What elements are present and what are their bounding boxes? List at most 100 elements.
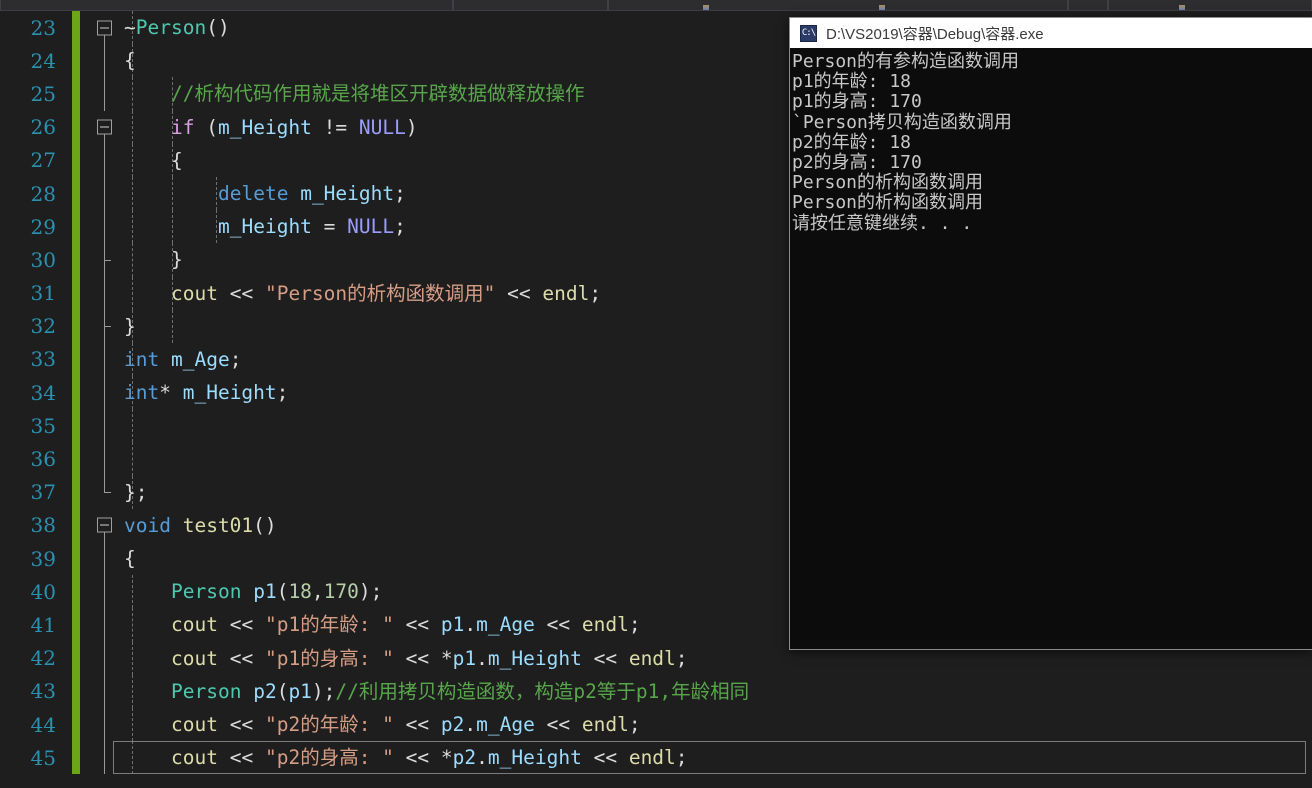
fold-guide-line	[104, 276, 105, 310]
fold-margin[interactable]	[94, 641, 116, 675]
toolbar-group-2[interactable]	[453, 0, 608, 10]
line-number: 34	[30, 380, 56, 405]
fold-guide-line	[104, 608, 105, 642]
fold-margin[interactable]	[94, 707, 116, 742]
line-number: 38	[30, 513, 56, 538]
fold-margin[interactable]	[94, 276, 116, 310]
fold-margin[interactable]	[94, 741, 116, 775]
change-indicator-bar	[72, 210, 80, 244]
console-output-line: p2的年龄: 18	[792, 131, 912, 153]
change-indicator-bar	[72, 409, 80, 443]
line-number: 23	[30, 15, 56, 40]
gutter-spacer	[80, 210, 94, 244]
console-output-line: Person的析构函数调用	[792, 172, 984, 194]
change-indicator-bar	[72, 608, 80, 642]
fold-guide-line	[104, 641, 105, 675]
fold-guide-line	[104, 409, 105, 443]
toolbar-group-left[interactable]	[0, 0, 453, 10]
fold-margin[interactable]	[94, 674, 116, 708]
toolbar-icon-c[interactable]	[1179, 5, 1185, 10]
change-indicator-bar	[72, 575, 80, 609]
line-number: 40	[30, 579, 56, 604]
fold-margin[interactable]	[94, 243, 116, 277]
gutter-spacer	[80, 608, 94, 642]
fold-guide-line	[104, 741, 105, 775]
toolbar-group-right[interactable]	[1108, 0, 1312, 10]
fold-margin[interactable]	[94, 608, 116, 642]
gutter-spacer	[80, 575, 94, 609]
gutter-spacer	[80, 11, 94, 45]
console-output-line: 请按任意键继续. . .	[792, 212, 973, 234]
fold-margin[interactable]	[94, 342, 116, 377]
fold-margin[interactable]	[94, 409, 116, 443]
gutter-spacer	[80, 707, 94, 742]
change-indicator-bar	[72, 77, 80, 111]
line-number: 44	[30, 712, 56, 737]
console-output-line: Person的有参构造函数调用	[792, 51, 1020, 72]
fold-margin[interactable]	[94, 442, 116, 476]
change-indicator-bar	[72, 276, 80, 310]
change-indicator-bar	[72, 110, 80, 144]
fold-margin[interactable]	[94, 111, 116, 144]
code-line-text[interactable]: Person p2(p1);//利用拷贝构造函数，构造p2等于p1,年龄相同	[116, 674, 1312, 708]
gutter-spacer	[80, 309, 94, 343]
change-indicator-bar	[72, 176, 80, 211]
collapse-region-icon[interactable]	[97, 517, 112, 533]
fold-margin[interactable]	[94, 11, 116, 45]
console-title-text: D:\VS2019\容器\Debug\容器.exe	[826, 25, 1044, 43]
fold-margin[interactable]	[94, 575, 116, 609]
code-line[interactable]: 45 cout << "p2的身高: " << *p2.m_Height << …	[0, 741, 1312, 775]
fold-guide-line	[104, 176, 105, 211]
console-output-line: `Person拷贝构造函数调用	[792, 111, 1012, 133]
toolbar-icon-b[interactable]	[879, 5, 885, 10]
fold-margin[interactable]	[94, 77, 116, 111]
code-line-text[interactable]: cout << "p2的身高: " << *p2.m_Height << end…	[116, 741, 1312, 775]
line-number: 41	[30, 612, 56, 637]
line-number: 43	[30, 679, 56, 704]
line-number: 27	[30, 148, 56, 173]
gutter-spacer	[80, 77, 94, 111]
gutter-spacer	[80, 176, 94, 211]
fold-guide-line	[104, 442, 105, 476]
fold-guide-line	[104, 542, 105, 576]
toolbar-group-4[interactable]	[1068, 0, 1108, 10]
collapse-region-icon[interactable]	[97, 20, 112, 36]
line-number: 37	[30, 480, 56, 505]
line-number: 24	[30, 48, 56, 73]
fold-guide-line	[104, 674, 105, 708]
line-number: 33	[30, 347, 56, 372]
fold-region-end	[104, 475, 111, 494]
indent-guide	[172, 309, 173, 343]
change-indicator-bar	[72, 641, 80, 675]
console-output-line: p2的身高: 170	[792, 151, 922, 173]
fold-guide-line	[104, 77, 105, 111]
fold-margin[interactable]	[94, 376, 116, 410]
fold-margin[interactable]	[94, 309, 116, 343]
fold-margin[interactable]	[94, 509, 116, 542]
console-titlebar[interactable]: C:\ D:\VS2019\容器\Debug\容器.exe	[790, 18, 1312, 48]
change-indicator-bar	[72, 309, 80, 343]
collapse-region-icon[interactable]	[97, 119, 112, 135]
indent-guide	[132, 442, 133, 476]
gutter-spacer	[80, 110, 94, 144]
change-indicator-bar	[72, 143, 80, 177]
fold-guide-line	[104, 44, 105, 78]
code-line[interactable]: 44 cout << "p2的年龄: " << p2.m_Age << endl…	[0, 707, 1312, 742]
fold-margin[interactable]	[94, 143, 116, 177]
toolbar-group-3[interactable]	[608, 0, 1068, 10]
fold-margin[interactable]	[94, 44, 116, 78]
console-output-line: Person的析构函数调用	[792, 192, 984, 214]
gutter-spacer	[80, 243, 94, 277]
fold-margin[interactable]	[94, 542, 116, 576]
line-number: 32	[30, 314, 56, 339]
line-number: 29	[30, 214, 56, 239]
code-line[interactable]: 43 Person p2(p1);//利用拷贝构造函数，构造p2等于p1,年龄相…	[0, 674, 1312, 708]
console-window[interactable]: C:\ D:\VS2019\容器\Debug\容器.exe Person的有参构…	[789, 17, 1312, 650]
fold-margin[interactable]	[94, 210, 116, 244]
code-line-text[interactable]: cout << "p2的年龄: " << p2.m_Age << endl;	[116, 707, 1312, 742]
fold-margin[interactable]	[94, 176, 116, 211]
toolbar-icon-a[interactable]	[703, 5, 709, 10]
gutter-spacer	[80, 376, 94, 410]
fold-margin[interactable]	[94, 475, 116, 509]
console-output: Person的有参构造函数调用 p1的年龄: 18 p1的身高: 170 `Perso…	[790, 48, 1312, 234]
